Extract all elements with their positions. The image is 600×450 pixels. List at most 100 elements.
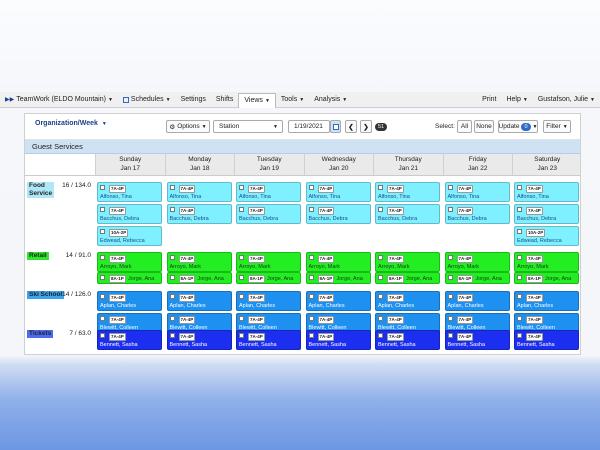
app-menu[interactable]: ▶▶ TeamWork (ELDO Mountain) ▼ [0, 92, 118, 107]
shift-checkbox[interactable] [517, 333, 522, 338]
shift-checkbox[interactable] [517, 185, 522, 190]
nav-tools[interactable]: Tools ▼ [276, 92, 309, 107]
shift-checkbox[interactable] [517, 207, 522, 212]
shift-checkbox[interactable] [169, 185, 175, 190]
shift-checkbox[interactable] [100, 316, 105, 321]
shift-card[interactable]: 7A-4P Alfonso, Tina [166, 182, 232, 202]
shift-card[interactable]: 7A-4P Bennett, Sasha [97, 330, 162, 350]
select-all-button[interactable]: All [457, 120, 472, 133]
update-button[interactable]: Update 0 ▼ [498, 120, 538, 133]
shift-card[interactable]: 7A-4P Arroyo, Mark [514, 252, 579, 272]
shift-checkbox[interactable] [308, 255, 314, 260]
shift-card[interactable]: 7A-4P Alfonso, Tina [514, 182, 579, 202]
select-none-button[interactable]: None [474, 120, 494, 133]
station-label[interactable]: Food Service 16 / 134.0 [25, 180, 95, 248]
shift-checkbox[interactable] [308, 316, 314, 321]
shift-checkbox[interactable] [308, 207, 314, 212]
shift-card[interactable]: 7A-4P Bacchus, Debra [375, 204, 440, 224]
next-week-button[interactable]: ❯ [360, 120, 372, 133]
shift-card[interactable]: 8A-1P Jorge, Ana [305, 272, 371, 284]
nav-settings[interactable]: Settings [176, 92, 211, 107]
shift-card[interactable]: 10A-2P Edwead, Rebecca [514, 226, 579, 246]
shift-checkbox[interactable] [517, 255, 522, 260]
date-input[interactable]: 1/19/2021 [288, 120, 330, 133]
station-label[interactable]: Retail 14 / 91.0 [25, 250, 95, 287]
nav-print[interactable]: Print [477, 92, 501, 107]
shift-card[interactable]: 7A-4P Bennett, Sasha [375, 330, 440, 350]
shift-checkbox[interactable] [517, 316, 522, 321]
shift-checkbox[interactable] [100, 275, 105, 280]
shift-checkbox[interactable] [308, 275, 314, 280]
shift-card[interactable]: 7A-4P Aplan, Charles [236, 291, 301, 311]
shift-card[interactable]: 10A-2P Edwead, Rebecca [97, 226, 162, 246]
shift-checkbox[interactable] [447, 207, 453, 212]
shift-card[interactable]: 7A-4P Arroyo, Mark [375, 252, 440, 272]
shift-checkbox[interactable] [378, 294, 383, 299]
nav-shifts[interactable]: Shifts [211, 92, 239, 107]
nav-help[interactable]: Help ▼ [501, 92, 532, 107]
shift-checkbox[interactable] [239, 316, 244, 321]
shift-checkbox[interactable] [239, 255, 244, 260]
shift-card[interactable]: 7A-4P Alfonso, Tina [305, 182, 371, 202]
shift-card[interactable]: 7A-4P Alfonso, Tina [236, 182, 301, 202]
shift-card[interactable]: 7A-4P Arroyo, Mark [97, 252, 162, 272]
shift-checkbox[interactable] [447, 275, 453, 280]
shift-checkbox[interactable] [308, 185, 314, 190]
shift-checkbox[interactable] [100, 185, 105, 190]
shift-checkbox[interactable] [169, 333, 175, 338]
shift-card[interactable]: 7A-4P Alfonso, Tina [97, 182, 162, 202]
shift-checkbox[interactable] [169, 316, 175, 321]
shift-card[interactable]: 8A-1P Jorge, Ana [236, 272, 301, 284]
nav-analysis[interactable]: Analysis ▼ [309, 92, 352, 107]
shift-checkbox[interactable] [308, 333, 314, 338]
org-week-dropdown[interactable]: Organization/Week ▼ [35, 120, 107, 127]
shift-checkbox[interactable] [378, 316, 383, 321]
shift-card[interactable]: 7A-4P Bennett, Sasha [514, 330, 579, 350]
shift-card[interactable]: 8A-1P Jorge, Ana [166, 272, 232, 284]
shift-checkbox[interactable] [100, 229, 105, 234]
shift-card[interactable]: 7A-4P Arroyo, Mark [444, 252, 510, 272]
prev-week-button[interactable]: ❮ [345, 120, 357, 133]
shift-checkbox[interactable] [517, 294, 522, 299]
shift-card[interactable]: 7A-4P Arroyo, Mark [236, 252, 301, 272]
shift-checkbox[interactable] [447, 333, 453, 338]
shift-checkbox[interactable] [447, 316, 453, 321]
station-label[interactable]: Tickets 7 / 63.0 [25, 328, 95, 350]
shift-card[interactable]: 8A-1P Jorge, Ana [444, 272, 510, 284]
shift-card[interactable]: 8A-1P Jorge, Ana [97, 272, 162, 284]
shift-card[interactable]: 7A-4P Aplan, Charles [444, 291, 510, 311]
shift-checkbox[interactable] [378, 185, 383, 190]
shift-checkbox[interactable] [378, 333, 383, 338]
shift-checkbox[interactable] [239, 207, 244, 212]
shift-checkbox[interactable] [239, 294, 244, 299]
options-button[interactable]: ⚙ Options ▼ [166, 120, 210, 133]
shift-card[interactable]: 7A-4P Bacchus, Debra [514, 204, 579, 224]
shift-card[interactable]: 7A-4P Alfonso, Tina [375, 182, 440, 202]
shift-checkbox[interactable] [517, 229, 522, 234]
shift-card[interactable]: 7A-4P Arroyo, Mark [305, 252, 371, 272]
shift-checkbox[interactable] [169, 275, 175, 280]
shift-checkbox[interactable] [239, 275, 244, 280]
shift-checkbox[interactable] [100, 333, 105, 338]
shift-checkbox[interactable] [239, 185, 244, 190]
calendar-picker-button[interactable] [330, 120, 341, 133]
shift-checkbox[interactable] [239, 333, 244, 338]
shift-card[interactable]: 8A-1P Jorge, Ana [375, 272, 440, 284]
shift-checkbox[interactable] [169, 294, 175, 299]
shift-checkbox[interactable] [100, 207, 105, 212]
station-select[interactable]: Station ▼ [213, 120, 283, 133]
nav-schedules[interactable]: Schedules ▼ [118, 92, 176, 107]
nav-user-menu[interactable]: Gustafson, Julie ▼ [533, 92, 600, 107]
shift-checkbox[interactable] [100, 255, 105, 260]
shift-card[interactable]: 7A-4P Bennett, Sasha [444, 330, 510, 350]
shift-card[interactable]: 8A-1P Jorge, Ana [514, 272, 579, 284]
shift-card[interactable]: 7A-4P Bacchus, Debra [166, 204, 232, 224]
shift-checkbox[interactable] [447, 294, 453, 299]
shift-card[interactable]: 7A-4P Bennett, Sasha [236, 330, 301, 350]
shift-card[interactable]: 7A-4P Bennett, Sasha [166, 330, 232, 350]
shift-checkbox[interactable] [169, 255, 175, 260]
shift-checkbox[interactable] [378, 255, 383, 260]
shift-card[interactable]: 7A-4P Bennett, Sasha [305, 330, 371, 350]
shift-card[interactable]: 7A-4P Aplan, Charles [166, 291, 232, 311]
shift-checkbox[interactable] [517, 275, 522, 280]
